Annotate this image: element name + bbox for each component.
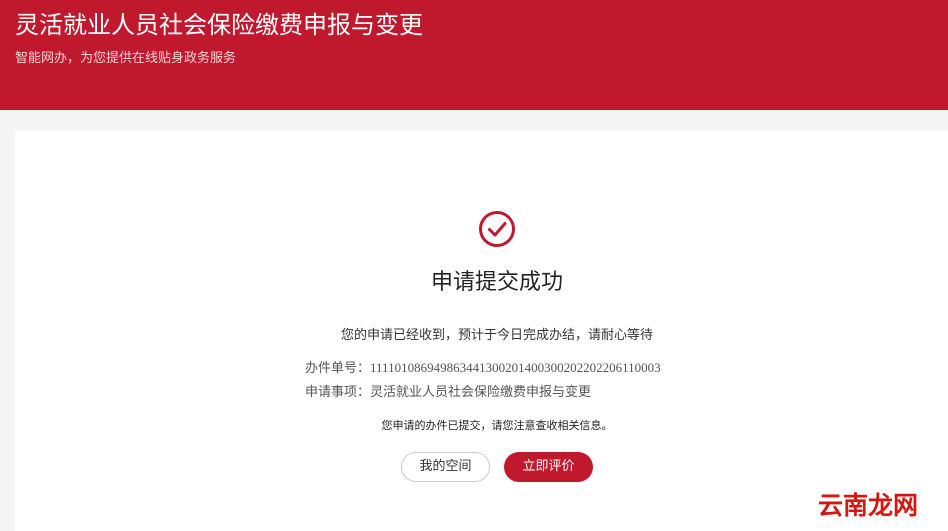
- page-title: 灵活就业人员社会保险缴费申报与变更: [15, 11, 423, 39]
- svg-text:云南龙网: 云南龙网: [818, 491, 918, 520]
- watermark-logo: 云南龙网 云南龙网: [816, 489, 920, 520]
- matter-label: 申请事项：: [305, 385, 371, 400]
- submission-tip: 您申请的办件已提交，请您注意查收相关信息。: [381, 419, 613, 432]
- success-title: 申请提交成功: [430, 270, 563, 295]
- processing-notice: 您的申请已经收到，预计于今日完成办结，请耐心等待: [340, 328, 653, 343]
- check-circle-icon: [479, 211, 515, 247]
- evaluate-now-button[interactable]: 立即评价: [504, 452, 593, 482]
- matter-value: 灵活就业人员社会保险缴费申报与变更: [370, 385, 592, 400]
- matter-row: 申请事项：灵活就业人员社会保险缴费申报与变更: [305, 384, 591, 402]
- my-space-button[interactable]: 我的空间: [401, 452, 490, 482]
- serial-number-value: 1111010869498634413002014003002022022061…: [370, 360, 661, 375]
- serial-number-label: 办件单号：: [305, 361, 371, 376]
- serial-number-row: 办件单号：11110108694986344130020140030020220…: [305, 359, 661, 378]
- page-subtitle: 智能网办，为您提供在线贴身政务服务: [15, 51, 237, 66]
- page-header: 灵活就业人员社会保险缴费申报与变更 智能网办，为您提供在线贴身政务服务: [0, 0, 948, 110]
